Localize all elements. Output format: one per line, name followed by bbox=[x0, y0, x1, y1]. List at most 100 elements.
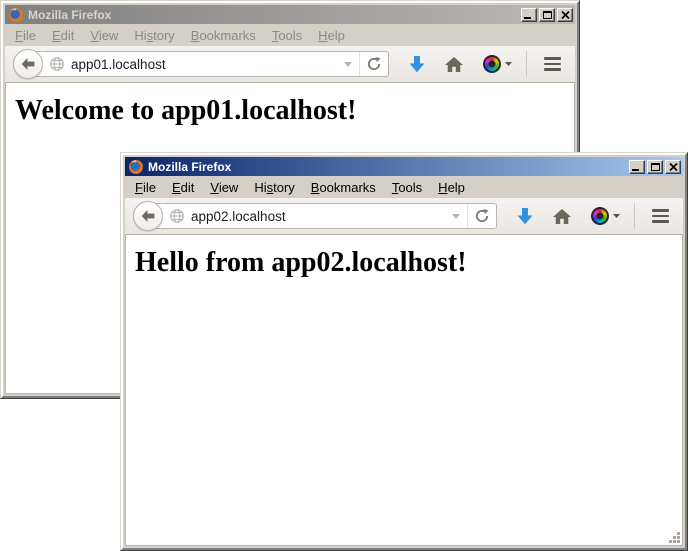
close-icon bbox=[669, 163, 678, 171]
menu-item[interactable]: Edit bbox=[164, 177, 202, 198]
toolbar-separator bbox=[634, 203, 635, 229]
menu-item-accel: V bbox=[210, 180, 218, 195]
menubar: File Edit View History Bookmarks Tools H… bbox=[125, 176, 683, 198]
hamburger-icon bbox=[544, 57, 561, 60]
close-icon bbox=[561, 11, 570, 19]
addon-color-wheel-icon bbox=[591, 207, 609, 225]
maximize-icon bbox=[651, 163, 660, 171]
menu-item-post: elp bbox=[328, 28, 345, 43]
addon-caret-icon bbox=[613, 214, 620, 218]
maximize-icon bbox=[543, 11, 552, 19]
minimize-button[interactable] bbox=[521, 8, 537, 22]
urlbar-history-dropdown[interactable] bbox=[445, 212, 467, 221]
chevron-down-icon bbox=[452, 214, 460, 219]
home-icon bbox=[445, 57, 463, 72]
menu-item-post: tory bbox=[273, 180, 295, 195]
browser-content[interactable]: Hello from app02.localhost! bbox=[125, 235, 683, 546]
menu-item-post: ile bbox=[23, 28, 36, 43]
download-button[interactable] bbox=[517, 208, 533, 225]
close-button[interactable] bbox=[557, 8, 573, 22]
window-title: Mozilla Firefox bbox=[148, 160, 627, 174]
menu-item-post: ools bbox=[398, 180, 422, 195]
menu-item-pre: Hi bbox=[254, 180, 266, 195]
back-button[interactable] bbox=[13, 49, 43, 79]
open-menu-button[interactable] bbox=[540, 55, 565, 73]
toolbar-separator bbox=[526, 51, 527, 77]
minimize-icon bbox=[524, 17, 531, 19]
urlbar-history-dropdown[interactable] bbox=[337, 60, 359, 69]
home-icon bbox=[553, 209, 571, 224]
close-button[interactable] bbox=[665, 160, 681, 174]
open-menu-button[interactable] bbox=[648, 207, 673, 225]
menu-item-pre: Hi bbox=[134, 28, 146, 43]
menu-item-accel: E bbox=[52, 28, 61, 43]
url-text[interactable]: app01.localhost bbox=[71, 57, 337, 72]
back-button[interactable] bbox=[133, 201, 163, 231]
firefox-logo-icon bbox=[8, 7, 24, 23]
navigation-toolbar: app02.localhost bbox=[125, 198, 683, 235]
addon-button[interactable] bbox=[483, 55, 512, 73]
menu-item[interactable]: History bbox=[246, 177, 302, 198]
menu-item-accel: E bbox=[172, 180, 181, 195]
menu-item[interactable]: Help bbox=[310, 25, 353, 46]
menu-item[interactable]: Bookmarks bbox=[303, 177, 384, 198]
menu-item[interactable]: File bbox=[7, 25, 44, 46]
firefox-window-app02[interactable]: Mozilla Firefox File Edit View History B… bbox=[120, 152, 688, 551]
titlebar[interactable]: Mozilla Firefox bbox=[5, 5, 575, 24]
minimize-icon bbox=[632, 169, 639, 171]
window-frame: Mozilla Firefox File Edit View History B… bbox=[121, 153, 687, 550]
back-icon bbox=[21, 58, 35, 70]
home-button[interactable] bbox=[445, 57, 463, 72]
menu-item-accel: H bbox=[318, 28, 327, 43]
menu-item-post: dit bbox=[181, 180, 195, 195]
menubar: File Edit View History Bookmarks Tools H… bbox=[5, 24, 575, 46]
page-heading: Hello from app02.localhost! bbox=[135, 247, 682, 279]
menu-item-post: iew bbox=[99, 28, 119, 43]
addon-color-wheel-icon bbox=[483, 55, 501, 73]
menu-item-post: tory bbox=[153, 28, 175, 43]
chevron-down-icon bbox=[344, 62, 352, 67]
reload-button[interactable] bbox=[467, 204, 496, 228]
globe-icon bbox=[170, 209, 184, 223]
globe-icon bbox=[50, 57, 64, 71]
resize-grip[interactable] bbox=[668, 531, 681, 544]
menu-item-accel: F bbox=[15, 28, 23, 43]
maximize-button[interactable] bbox=[647, 160, 663, 174]
menu-item[interactable]: Tools bbox=[384, 177, 430, 198]
download-icon bbox=[517, 208, 533, 225]
url-text[interactable]: app02.localhost bbox=[191, 209, 445, 224]
url-bar[interactable]: app01.localhost bbox=[27, 51, 389, 77]
maximize-button[interactable] bbox=[539, 8, 555, 22]
menu-item-accel: H bbox=[438, 180, 447, 195]
menu-item[interactable]: Bookmarks bbox=[183, 25, 264, 46]
download-icon bbox=[409, 56, 425, 73]
window-title: Mozilla Firefox bbox=[28, 8, 519, 22]
url-bar[interactable]: app02.localhost bbox=[147, 203, 497, 229]
firefox-logo-icon bbox=[128, 159, 144, 175]
menu-item-accel: F bbox=[135, 180, 143, 195]
addon-button[interactable] bbox=[591, 207, 620, 225]
download-button[interactable] bbox=[409, 56, 425, 73]
menu-item[interactable]: Edit bbox=[44, 25, 82, 46]
menu-item[interactable]: Help bbox=[430, 177, 473, 198]
menu-item[interactable]: View bbox=[202, 177, 246, 198]
menu-item-post: dit bbox=[61, 28, 75, 43]
home-button[interactable] bbox=[553, 209, 571, 224]
hamburger-icon bbox=[652, 209, 669, 212]
navigation-toolbar: app01.localhost bbox=[5, 46, 575, 83]
menu-item-post: ookmarks bbox=[319, 180, 375, 195]
reload-icon bbox=[475, 209, 489, 223]
menu-item-post: ools bbox=[278, 28, 302, 43]
menu-item[interactable]: History bbox=[126, 25, 182, 46]
menu-item[interactable]: File bbox=[127, 177, 164, 198]
minimize-button[interactable] bbox=[629, 160, 645, 174]
menu-item[interactable]: Tools bbox=[264, 25, 310, 46]
menu-item[interactable]: View bbox=[82, 25, 126, 46]
reload-button[interactable] bbox=[359, 52, 388, 76]
menu-item-post: elp bbox=[448, 180, 465, 195]
menu-item-post: ile bbox=[143, 180, 156, 195]
reload-icon bbox=[367, 57, 381, 71]
back-icon bbox=[141, 210, 155, 222]
titlebar[interactable]: Mozilla Firefox bbox=[125, 157, 683, 176]
menu-item-accel: V bbox=[90, 28, 98, 43]
